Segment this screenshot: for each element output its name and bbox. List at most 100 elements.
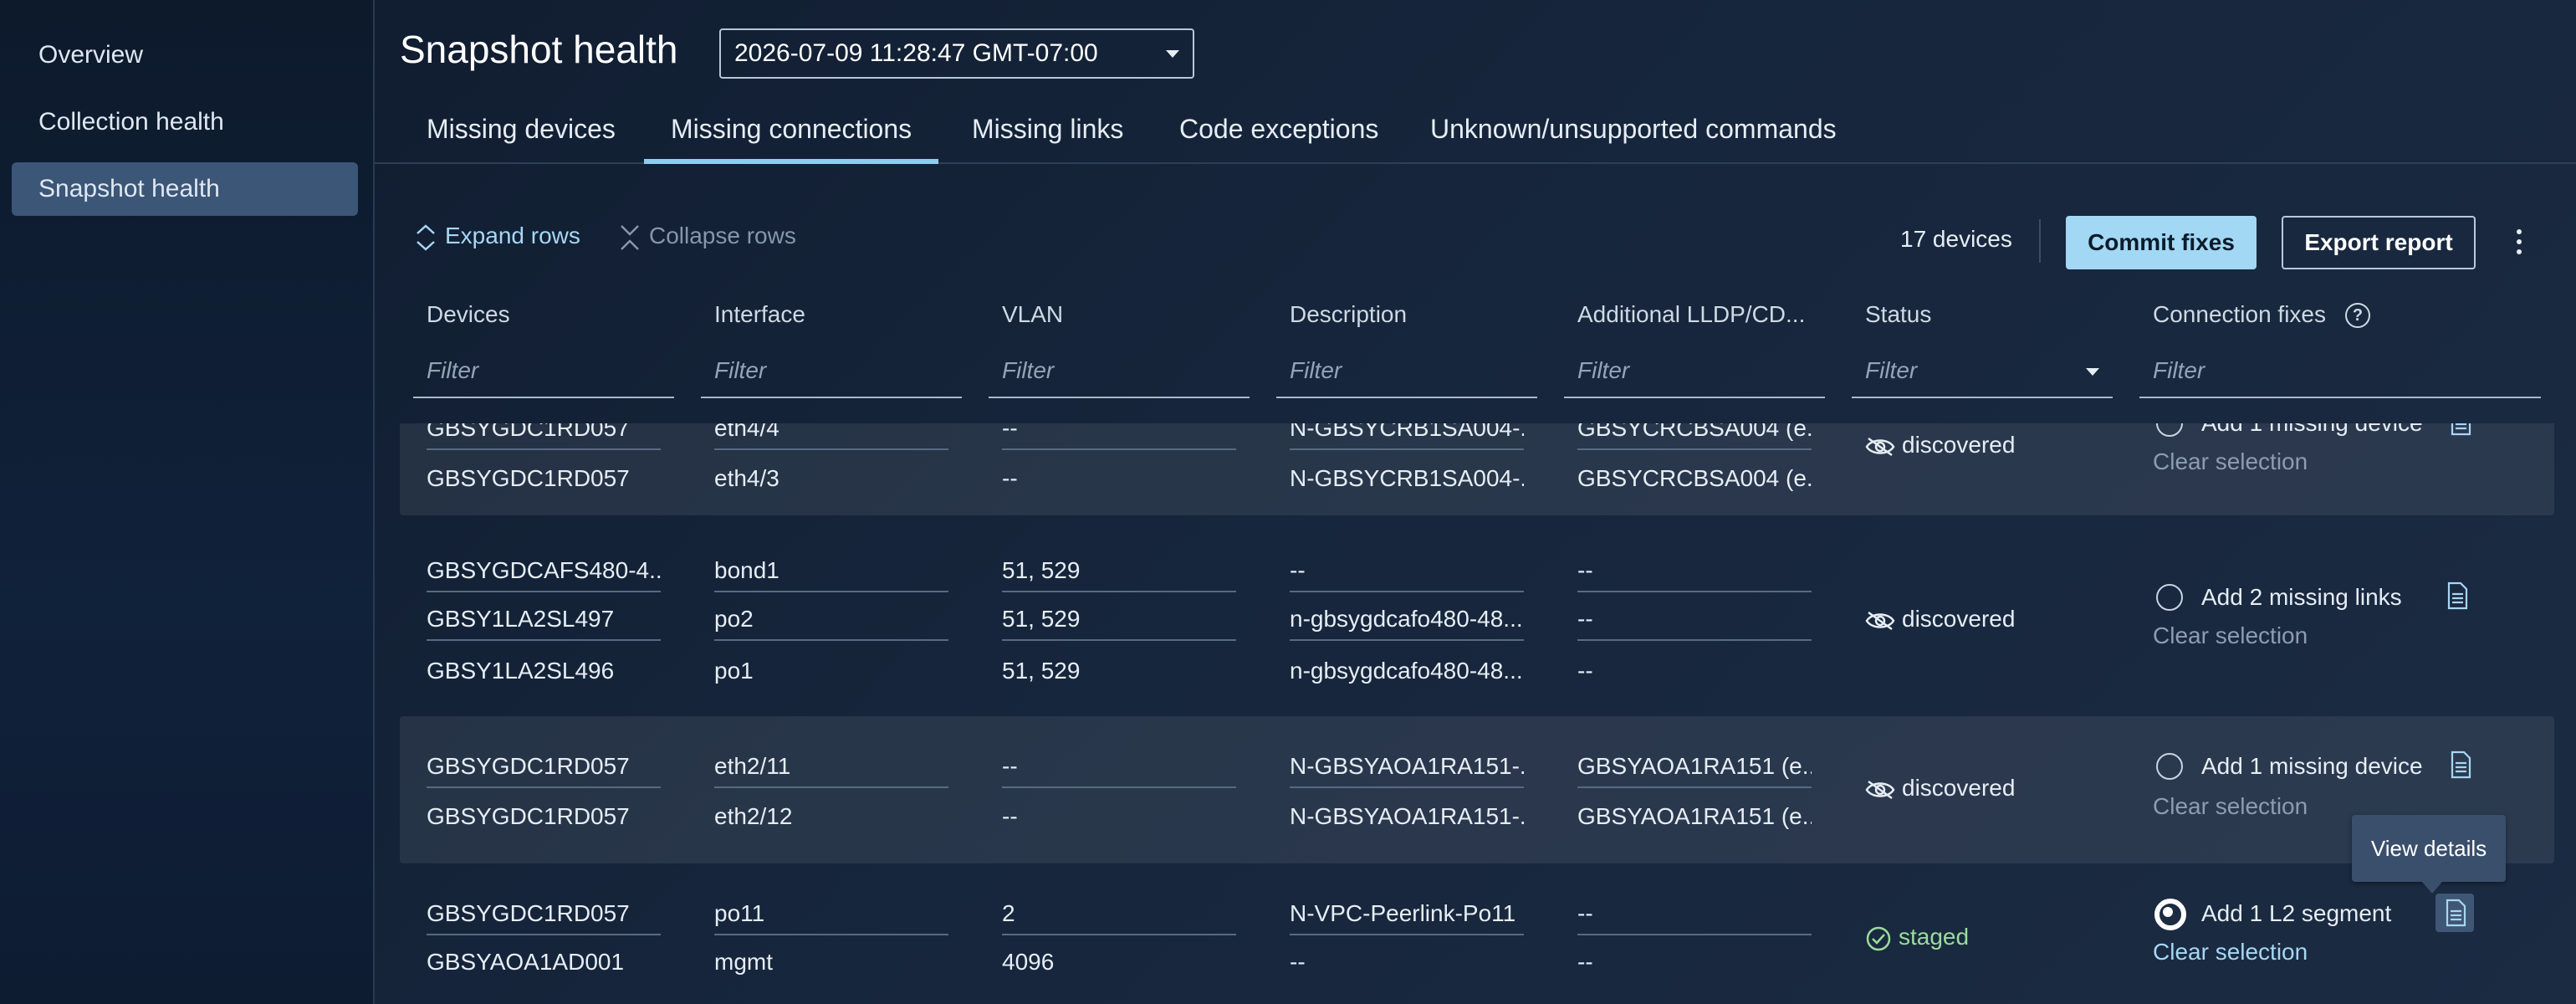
- snapshot-select[interactable]: 2026-07-09 11:28:47 GMT-07:00: [719, 28, 1194, 79]
- table-cell-description: N-GBSYCRB1SA004-...: [1290, 423, 1524, 450]
- table-cell-device: GBSYAOA1AD001: [427, 949, 625, 975]
- tab-missing-links[interactable]: Missing links: [972, 107, 1123, 162]
- table-cell-lldp: GBSYCRCBSA004 (e...: [1577, 423, 1812, 450]
- table-cell-description: N-GBSYAOA1RA151-...: [1290, 803, 1524, 829]
- expand-rows-button[interactable]: Expand rows: [415, 219, 580, 253]
- lldp-filter-input[interactable]: Filter: [1564, 348, 1825, 398]
- export-report-button[interactable]: Export report: [2282, 216, 2476, 269]
- column-header-description[interactable]: Description: [1290, 301, 1407, 328]
- fix-label: Add 1 missing device: [2201, 753, 2423, 779]
- table-cell-device: GBSYGDC1RD057: [427, 753, 661, 788]
- sidebar-item-overview[interactable]: Overview: [12, 28, 358, 82]
- interface-filter-input[interactable]: Filter: [701, 348, 962, 398]
- table-cell-vlan: --: [1002, 803, 1018, 829]
- sidebar-item-snapshot-health[interactable]: Snapshot health: [12, 162, 358, 216]
- fix-radio[interactable]: [2154, 899, 2186, 930]
- connection-fixes-filter-input[interactable]: Filter: [2139, 348, 2541, 398]
- help-icon[interactable]: ?: [2345, 303, 2370, 328]
- table-cell-device: GBSYGDC1RD057: [427, 803, 630, 829]
- table-cell-vlan: 4096: [1002, 949, 1055, 975]
- description-filter-input[interactable]: Filter: [1276, 348, 1537, 398]
- document-icon[interactable]: [2446, 423, 2474, 437]
- table-cell-lldp: --: [1577, 949, 1593, 975]
- table-row-group[interactable]: GBSYGDC1RD057 eth2/11 -- N-GBSYAOA1RA151…: [400, 716, 2554, 863]
- column-header-additional-lldp[interactable]: Additional LLDP/CD...: [1577, 301, 1805, 328]
- tab-code-exceptions[interactable]: Code exceptions: [1179, 107, 1378, 162]
- device-count: 17 devices: [1900, 226, 2012, 252]
- more-options-icon[interactable]: [2512, 226, 2526, 259]
- table-cell-device: GBSYGDCAFS480-4...: [427, 557, 661, 592]
- sidebar-item-collection-health[interactable]: Collection health: [12, 95, 358, 149]
- collapse-rows-button[interactable]: Collapse rows: [619, 219, 796, 253]
- check-circle-icon: [1866, 926, 1891, 950]
- table-cell-description: n-gbsygdcafo480-48...: [1290, 606, 1524, 641]
- devices-filter-input[interactable]: Filter: [413, 348, 674, 398]
- clear-selection-link[interactable]: Clear selection: [2153, 939, 2308, 966]
- fix-label: Add 1 missing device: [2201, 423, 2423, 437]
- commit-fixes-button[interactable]: Commit fixes: [2066, 216, 2257, 269]
- table-row-group[interactable]: GBSYGDC1RD057 po11 2 N-VPC-Peerlink-Po11…: [400, 875, 2554, 1004]
- toolbar-divider: [2039, 219, 2041, 263]
- table-cell-vlan: 2: [1002, 900, 1236, 935]
- view-details-tooltip: View details: [2352, 815, 2506, 894]
- fix-label: Add 2 missing links: [2201, 584, 2402, 610]
- table-row-group[interactable]: GBSYGDC1RD057 eth4/4 -- N-GBSYCRB1SA004-…: [400, 423, 2554, 515]
- table-cell-device: GBSYGDC1RD057: [427, 423, 661, 450]
- clear-selection-link[interactable]: Clear selection: [2153, 622, 2308, 649]
- status-badge: staged: [1865, 924, 1969, 952]
- table-cell-vlan: --: [1002, 423, 1236, 450]
- table-cell-lldp: GBSYAOA1RA151 (e...: [1577, 753, 1812, 788]
- collapse-icon: [621, 224, 639, 250]
- table-cell-interface: bond1: [714, 557, 948, 592]
- eye-icon: [1865, 780, 1895, 799]
- table-cell-interface: mgmt: [714, 949, 773, 975]
- vlan-filter-input[interactable]: Filter: [989, 348, 1250, 398]
- sidebar: Overview Collection health Snapshot heal…: [0, 0, 375, 1004]
- fix-label: Add 1 L2 segment: [2201, 900, 2392, 926]
- document-icon[interactable]: [2446, 750, 2474, 780]
- column-header-status[interactable]: Status: [1865, 301, 1931, 328]
- clear-selection-link[interactable]: Clear selection: [2153, 793, 2308, 820]
- table-cell-interface: eth4/3: [714, 465, 779, 491]
- fix-radio[interactable]: [2156, 753, 2183, 780]
- column-header-connection-fixes[interactable]: Connection fixes: [2153, 301, 2326, 328]
- table-cell-interface: po2: [714, 606, 948, 641]
- table-cell-lldp: --: [1577, 557, 1812, 592]
- fix-radio[interactable]: [2156, 423, 2183, 437]
- table-row-group[interactable]: GBSYGDCAFS480-4... bond1 51, 529 -- -- G…: [400, 532, 2554, 696]
- table-cell-description: N-GBSYCRB1SA004-...: [1290, 465, 1524, 491]
- status-text: discovered: [1902, 606, 2016, 632]
- table-cell-vlan: 51, 529: [1002, 557, 1236, 592]
- fix-radio[interactable]: [2156, 584, 2183, 611]
- expand-icon: [417, 223, 435, 251]
- status-filter-placeholder: Filter: [1865, 357, 1918, 383]
- clear-selection-link[interactable]: Clear selection: [2153, 448, 2308, 475]
- document-icon[interactable]: [2435, 894, 2474, 932]
- column-header-devices[interactable]: Devices: [427, 301, 510, 328]
- table-cell-device: GBSY1LA2SL497: [427, 606, 661, 641]
- table-cell-device: GBSY1LA2SL496: [427, 658, 615, 684]
- expand-rows-label: Expand rows: [445, 223, 580, 248]
- table-cell-description: N-VPC-Peerlink-Po11: [1290, 900, 1524, 935]
- tab-missing-connections[interactable]: Missing connections: [643, 107, 939, 164]
- table-cell-description: N-GBSYAOA1RA151-...: [1290, 753, 1524, 788]
- tab-missing-devices[interactable]: Missing devices: [427, 107, 616, 162]
- caret-down-icon: [2086, 368, 2099, 376]
- table-cell-vlan: 51, 529: [1002, 606, 1236, 641]
- eye-icon: [1865, 437, 1895, 456]
- table-cell-vlan: 51, 529: [1002, 658, 1081, 684]
- table-cell-lldp: --: [1577, 658, 1593, 684]
- table-cell-interface: eth2/12: [714, 803, 793, 829]
- column-header-interface[interactable]: Interface: [714, 301, 805, 328]
- main-panel: Snapshot health 2026-07-09 11:28:47 GMT-…: [375, 0, 2576, 1004]
- table-cell-lldp: --: [1577, 606, 1812, 641]
- table-cell-lldp: GBSYAOA1RA151 (e...: [1577, 803, 1812, 829]
- status-filter-select[interactable]: Filter: [1852, 348, 2113, 398]
- column-header-vlan[interactable]: VLAN: [1002, 301, 1063, 328]
- table-cell-description: n-gbsygdcafo480-48...: [1290, 658, 1523, 684]
- table-cell-vlan: --: [1002, 465, 1018, 491]
- status-badge: discovered: [1865, 775, 2015, 802]
- document-icon[interactable]: [2442, 581, 2471, 611]
- tab-unknown-unsupported-commands[interactable]: Unknown/unsupported commands: [1430, 107, 1837, 162]
- page-title: Snapshot health: [400, 28, 678, 71]
